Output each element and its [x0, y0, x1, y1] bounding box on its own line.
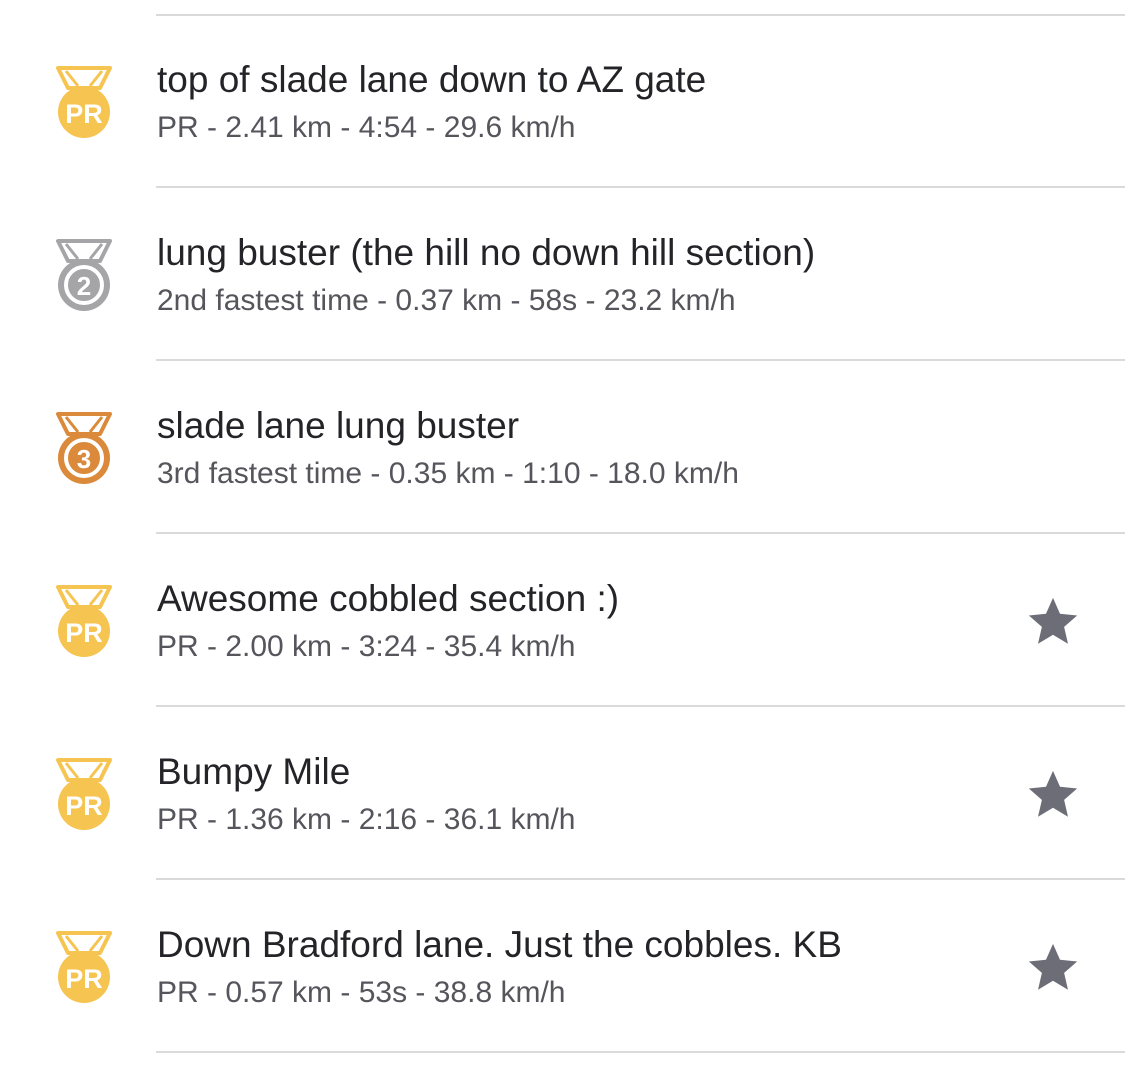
gold-pr-medal-icon: PR [52, 583, 116, 659]
star-icon[interactable] [1024, 766, 1082, 824]
segment-stats: 2nd fastest time - 0.37 km - 58s - 23.2 … [157, 284, 736, 317]
star-icon[interactable] [1024, 593, 1082, 651]
segment-row[interactable]: 2 lung buster (the hill no down hill sec… [0, 187, 1125, 358]
svg-text:PR: PR [65, 618, 103, 648]
gold-pr-medal-icon: PR [52, 929, 116, 1005]
segment-row[interactable]: PR top of slade lane down to AZ gate PR … [0, 14, 1125, 185]
segment-title: slade lane lung buster [157, 405, 520, 446]
gold-pr-medal-icon: PR [52, 64, 116, 140]
segment-row[interactable]: PR Awesome cobbled section :) PR - 2.00 … [0, 533, 1125, 704]
segment-row[interactable]: PR Bumpy Mile PR - 1.36 km - 2:16 - 36.1… [0, 706, 1125, 877]
segment-title: Bumpy Mile [157, 751, 351, 792]
svg-text:3: 3 [77, 444, 91, 474]
star-icon[interactable] [1024, 939, 1082, 997]
segment-title: lung buster (the hill no down hill secti… [157, 232, 816, 273]
segment-stats: PR - 2.41 km - 4:54 - 29.6 km/h [157, 111, 576, 144]
divider [156, 1051, 1125, 1053]
svg-text:PR: PR [65, 99, 103, 129]
segment-stats: PR - 1.36 km - 2:16 - 36.1 km/h [157, 803, 576, 836]
segment-stats: PR - 2.00 km - 3:24 - 35.4 km/h [157, 630, 576, 663]
svg-text:PR: PR [65, 964, 103, 994]
segment-efforts-list: PR top of slade lane down to AZ gate PR … [0, 0, 1125, 1068]
svg-text:2: 2 [77, 271, 91, 301]
bronze-medal-icon: 3 [52, 410, 116, 486]
segment-title: Awesome cobbled section :) [157, 578, 620, 619]
gold-pr-medal-icon: PR [52, 756, 116, 832]
svg-text:PR: PR [65, 791, 103, 821]
segment-title: top of slade lane down to AZ gate [157, 59, 707, 100]
silver-medal-icon: 2 [52, 237, 116, 313]
segment-stats: PR - 0.57 km - 53s - 38.8 km/h [157, 976, 566, 1009]
segment-row[interactable]: 3 slade lane lung buster 3rd fastest tim… [0, 360, 1125, 531]
segment-title: Down Bradford lane. Just the cobbles. KB [157, 924, 842, 965]
segment-stats: 3rd fastest time - 0.35 km - 1:10 - 18.0… [157, 457, 739, 490]
segment-row[interactable]: PR Down Bradford lane. Just the cobbles.… [0, 879, 1125, 1050]
